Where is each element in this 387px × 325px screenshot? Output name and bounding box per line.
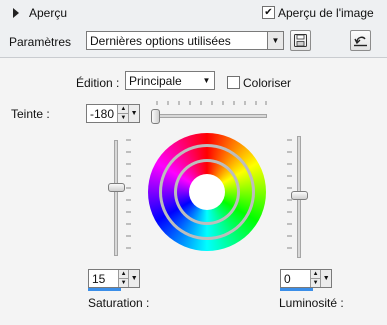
preview-label[interactable]: Aperçu xyxy=(29,6,67,20)
hue-value: -180 xyxy=(90,106,115,121)
chevron-down-icon: ▼ xyxy=(267,32,283,49)
image-preview-label: Aperçu de l'image xyxy=(278,6,374,20)
spin-down-icon[interactable]: ▼ xyxy=(118,278,129,287)
triangle-right-icon[interactable] xyxy=(13,8,19,18)
checkmark-icon: ✔ xyxy=(264,6,273,18)
chevron-down-icon[interactable]: ▼ xyxy=(128,105,140,122)
hue-color-wheel[interactable] xyxy=(148,133,266,251)
hue-tick-marks xyxy=(156,101,267,105)
chevron-down-icon: ▼ xyxy=(199,72,214,89)
saturation-slider-thumb[interactable] xyxy=(108,183,125,192)
colorize-label: Coloriser xyxy=(243,76,292,90)
preview-header: Aperçu ✔ Aperçu de l'image xyxy=(0,0,387,27)
hue-slider-track[interactable] xyxy=(153,114,267,118)
luminosity-spinner[interactable]: ▲ ▼ xyxy=(309,270,321,287)
saturation-progress-bar xyxy=(88,288,121,291)
chevron-down-icon[interactable]: ▼ xyxy=(320,270,331,287)
wheel-center xyxy=(189,174,225,210)
luminosity-progress-bar xyxy=(280,288,313,291)
saturation-tick-marks xyxy=(126,139,131,249)
colorize-checkbox[interactable] xyxy=(227,76,240,89)
saturation-value: 15 xyxy=(92,271,106,286)
spin-up-icon[interactable]: ▲ xyxy=(118,105,129,113)
floppy-disk-icon xyxy=(294,34,307,47)
chevron-down-icon[interactable]: ▼ xyxy=(128,270,139,287)
parameters-label: Paramètres xyxy=(9,35,72,49)
spin-up-icon[interactable]: ▲ xyxy=(310,270,321,278)
reset-arrow-icon xyxy=(354,36,367,47)
preset-value: Dernières options utilisées xyxy=(90,33,231,48)
luminosity-slider-thumb[interactable] xyxy=(291,191,308,200)
saturation-spinner[interactable]: ▲ ▼ xyxy=(117,270,129,287)
edition-label: Édition : xyxy=(76,76,120,90)
hue-input[interactable]: -180 ▲ ▼ ▼ xyxy=(86,104,140,123)
hue-label: Teinte : xyxy=(11,107,50,121)
reset-button[interactable] xyxy=(350,30,371,51)
luminosity-value: 0 xyxy=(284,271,291,286)
saturation-slider-track[interactable] xyxy=(114,140,118,256)
preset-dropdown[interactable]: Dernières options utilisées ▼ xyxy=(86,31,284,50)
spin-up-icon[interactable]: ▲ xyxy=(118,270,129,278)
luminosity-input[interactable]: 0 ▲ ▼ ▼ xyxy=(280,269,332,288)
luminosity-label: Luminosité : xyxy=(279,296,344,310)
saturation-label: Saturation : xyxy=(88,296,150,310)
save-preset-button[interactable] xyxy=(290,30,311,51)
image-preview-checkbox[interactable]: ✔ xyxy=(262,6,275,19)
saturation-input[interactable]: 15 ▲ ▼ ▼ xyxy=(88,269,140,288)
hue-slider-thumb[interactable] xyxy=(151,109,160,124)
edition-value: Principale xyxy=(129,73,182,88)
parameters-row: Paramètres Dernières options utilisées ▼ xyxy=(0,26,387,58)
hue-spinner[interactable]: ▲ ▼ xyxy=(117,105,129,122)
edition-dropdown[interactable]: Principale ▼ xyxy=(125,71,215,90)
spin-down-icon[interactable]: ▼ xyxy=(310,278,321,287)
spin-down-icon[interactable]: ▼ xyxy=(118,113,129,122)
